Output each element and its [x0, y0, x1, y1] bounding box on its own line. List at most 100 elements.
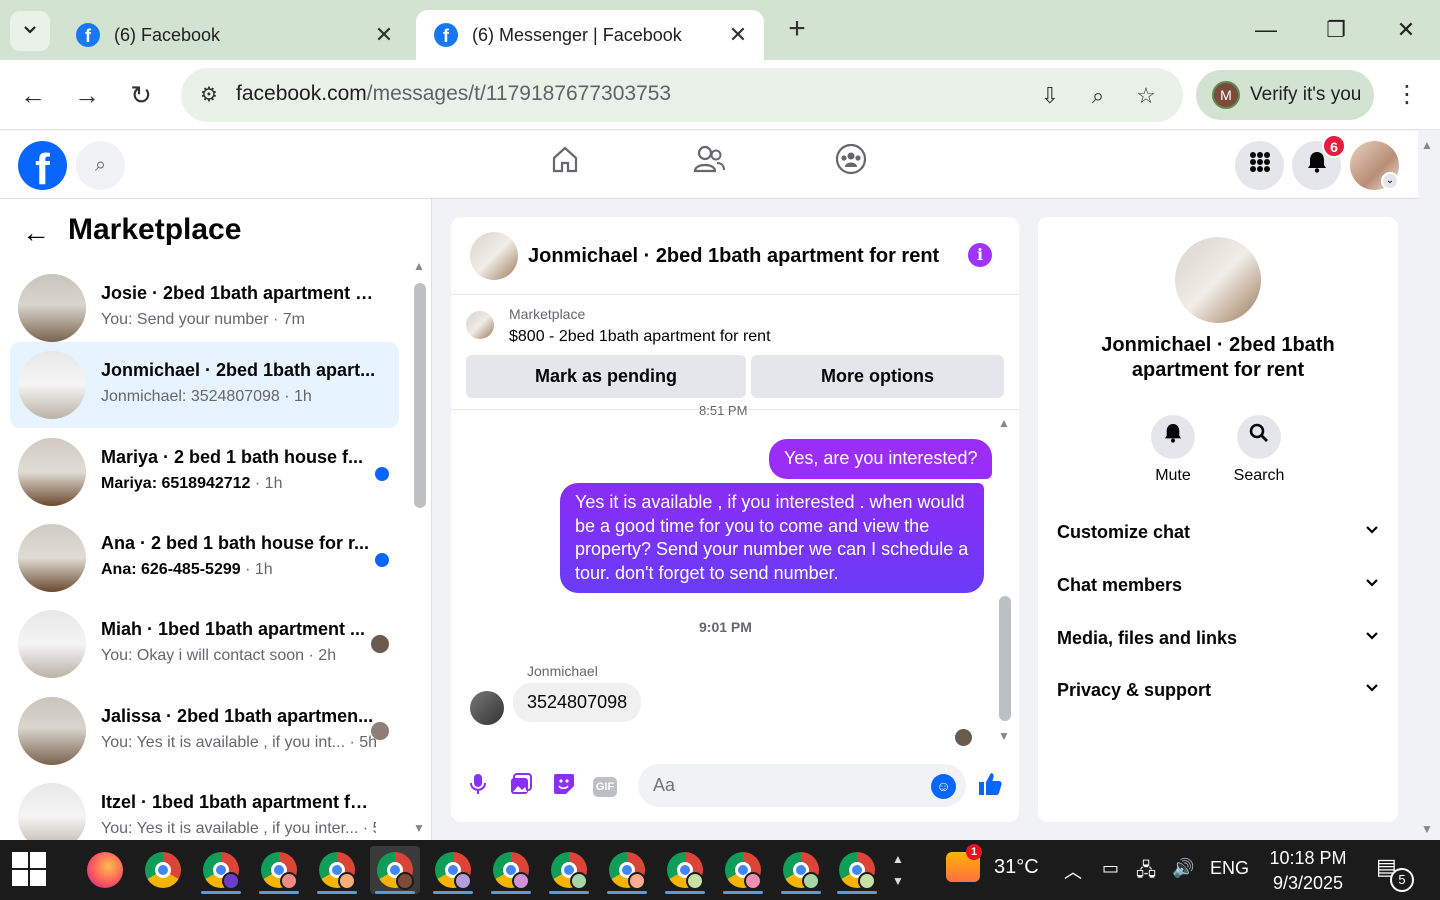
home-icon[interactable] [535, 143, 595, 187]
scroll-down-icon[interactable]: ▼ [413, 821, 425, 835]
close-tab-icon[interactable]: ✕ [726, 22, 750, 48]
chevron-down-icon[interactable]: ⌄ [1381, 172, 1399, 190]
listing-thumbnail[interactable] [466, 311, 494, 339]
outgoing-message[interactable]: Yes it is available , if you interested … [560, 483, 984, 593]
windows-start-icon[interactable] [12, 852, 48, 888]
reload-button[interactable]: ↻ [121, 75, 161, 115]
language-indicator[interactable]: ENG [1210, 858, 1249, 879]
meet-now-icon[interactable]: ▭ [1102, 858, 1119, 879]
chevron-up-icon[interactable]: ︿ [1064, 858, 1082, 884]
sticker-icon[interactable] [550, 773, 578, 801]
tab-search-button[interactable] [10, 11, 50, 51]
avatar[interactable] [470, 232, 518, 280]
chat-members-section[interactable]: Chat members [1057, 565, 1379, 605]
chrome-profile-taskbar-icon[interactable] [660, 846, 710, 894]
chrome-profile-taskbar-icon[interactable] [312, 846, 362, 894]
page-scroll-down-icon[interactable]: ▼ [1421, 822, 1433, 836]
bookmark-star-icon[interactable]: ☆ [1131, 81, 1161, 111]
notification-center-icon[interactable]: ▤ 5 [1376, 854, 1414, 892]
tab-facebook[interactable]: f (6) Facebook ✕ [58, 10, 410, 60]
chrome-profile-taskbar-icon[interactable] [370, 846, 420, 894]
chrome-profile-taskbar-icon[interactable] [832, 846, 882, 894]
browser-menu-icon[interactable]: ⋮ [1392, 75, 1422, 115]
search-button[interactable]: Search [1224, 415, 1294, 485]
emoji-icon[interactable]: ☺ [931, 774, 956, 799]
chrome-profile-taskbar-icon[interactable] [776, 846, 826, 894]
conversation-item[interactable]: Miah · 1bed 1bath apartment ... You: Oka… [10, 601, 399, 687]
tab-messenger[interactable]: f (6) Messenger | Facebook ✕ [416, 10, 764, 60]
search-label: Search [1233, 467, 1285, 484]
zoom-icon[interactable]: ⌕ [1083, 81, 1113, 111]
clock[interactable]: 10:18 PM 9/3/2025 [1262, 846, 1354, 896]
avatar[interactable] [1175, 237, 1261, 323]
thumbs-up-icon[interactable] [977, 771, 1003, 804]
chrome-profile-taskbar-icon[interactable] [718, 846, 768, 894]
listing-title[interactable]: $800 - 2bed 1bath apartment for rent [509, 328, 771, 346]
volume-icon[interactable]: 🔊 [1172, 858, 1194, 879]
forward-button[interactable]: → [67, 75, 107, 115]
chat-title[interactable]: Jonmichael · 2bed 1bath apartment for re… [528, 245, 939, 268]
close-window-button[interactable]: ✕ [1376, 12, 1436, 48]
conversation-item[interactable]: Jalissa · 2bed 1bath apartmen... You: Ye… [10, 688, 399, 774]
menu-grid-icon[interactable] [1235, 141, 1284, 190]
network-icon[interactable]: 🖧 [1136, 858, 1156, 888]
conversation-item[interactable]: Josie · 2bed 1bath apartment fo... You: … [10, 265, 399, 351]
photo-icon[interactable] [507, 773, 535, 801]
friends-icon[interactable] [679, 143, 739, 187]
chrome-profile-taskbar-icon[interactable] [544, 846, 594, 894]
restore-button[interactable]: ❐ [1306, 12, 1366, 48]
info-icon[interactable]: i [968, 243, 992, 267]
media-files-links-section[interactable]: Media, files and links [1057, 618, 1379, 658]
page-title: Marketplace [68, 213, 242, 246]
search-icon[interactable]: ⌕ [76, 141, 125, 190]
chrome-profile-taskbar-icon[interactable] [602, 846, 652, 894]
outgoing-message[interactable]: Yes, are you interested? [769, 439, 993, 479]
avatar[interactable] [470, 691, 504, 725]
back-button[interactable]: ← [13, 75, 53, 115]
scroll-down-icon[interactable]: ▼ [998, 729, 1010, 743]
facebook-logo[interactable]: f [18, 141, 67, 190]
chrome-profile-taskbar-icon[interactable] [254, 846, 304, 894]
conversation-name: Ana · 2 bed 1 bath house for r... [101, 533, 370, 553]
taskbar-scroll-icon[interactable]: ▲ ▼ [892, 848, 904, 892]
conversation-name: Itzel · 1bed 1bath apartment for... [101, 792, 376, 812]
weather-widget[interactable]: 1 31°C [946, 844, 1039, 882]
verify-profile-button[interactable]: M Verify it's you [1196, 70, 1374, 120]
mute-button[interactable]: Mute [1138, 415, 1208, 485]
message-scrollbar[interactable] [999, 596, 1011, 721]
address-bar[interactable]: ⚙ facebook.com/messages/t/11791876773037… [181, 68, 1183, 122]
mark-as-pending-button[interactable]: Mark as pending [466, 355, 746, 398]
close-tab-icon[interactable]: ✕ [372, 22, 396, 48]
chat-details-panel: Jonmichael · 2bed 1bath apartment for re… [1038, 217, 1398, 822]
chrome-profile-taskbar-icon[interactable] [196, 846, 246, 894]
back-arrow-icon[interactable]: ← [22, 217, 50, 249]
unread-dot [375, 553, 389, 567]
privacy-support-section[interactable]: Privacy & support [1057, 670, 1379, 710]
message-input[interactable] [638, 764, 966, 807]
chrome-taskbar-icon[interactable] [138, 846, 188, 894]
scroll-up-icon[interactable]: ▲ [998, 416, 1010, 430]
chevron-down-icon [1365, 512, 1379, 552]
more-options-button[interactable]: More options [751, 355, 1004, 398]
conversation-item[interactable]: Ana · 2 bed 1 bath house for r... Ana: 6… [10, 515, 399, 601]
site-info-icon[interactable]: ⚙ [193, 79, 225, 111]
conversation-scrollbar[interactable] [414, 283, 426, 508]
microphone-icon[interactable] [464, 773, 492, 801]
install-app-icon[interactable]: ⇩ [1035, 81, 1065, 111]
chrome-profile-taskbar-icon[interactable] [486, 846, 536, 894]
groups-icon[interactable] [821, 143, 881, 187]
chrome-profile-taskbar-icon[interactable] [428, 846, 478, 894]
firefox-taskbar-icon[interactable] [80, 846, 130, 894]
url-text[interactable]: facebook.com/messages/t/1179187677303753 [236, 82, 671, 106]
minimize-button[interactable]: — [1236, 12, 1296, 48]
facebook-favicon-icon: f [434, 23, 458, 47]
customize-chat-section[interactable]: Customize chat [1057, 512, 1379, 552]
timestamp: 8:51 PM [699, 403, 748, 418]
scroll-up-icon[interactable]: ▲ [413, 259, 425, 273]
conversation-item[interactable]: Mariya · 2 bed 1 bath house f... Mariya:… [10, 429, 399, 515]
gif-icon[interactable]: GIF [593, 773, 621, 801]
incoming-message[interactable]: 3524807098 [513, 683, 642, 722]
page-scroll-up-icon[interactable]: ▲ [1421, 138, 1433, 152]
new-tab-button[interactable]: + [780, 12, 814, 48]
conversation-item-selected[interactable]: Jonmichael · 2bed 1bath apart... Jonmich… [10, 342, 399, 428]
